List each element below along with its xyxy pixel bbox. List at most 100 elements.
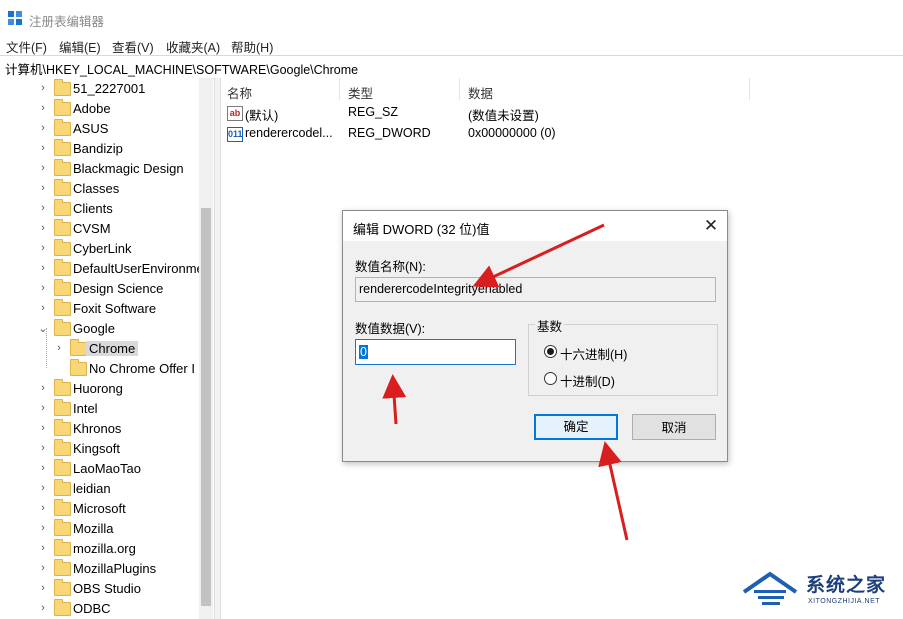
dialog-title: 编辑 DWORD (32 位)值 xyxy=(353,222,490,237)
dword-value-icon: 011 xyxy=(227,127,243,142)
tree-item[interactable]: › leidian xyxy=(0,479,200,499)
chevron-right-icon[interactable]: › xyxy=(38,562,48,574)
column-header-type[interactable]: 类型 xyxy=(348,83,373,102)
chevron-right-icon[interactable]: › xyxy=(38,462,48,474)
chevron-right-icon[interactable]: › xyxy=(38,422,48,434)
chevron-right-icon[interactable]: › xyxy=(38,182,48,194)
tree-item[interactable]: › Kingsoft xyxy=(0,439,200,459)
radio-hex-label[interactable]: 十六进制(H) xyxy=(560,344,627,363)
column-separator[interactable] xyxy=(339,78,340,100)
value-data-text: 0 xyxy=(359,345,368,359)
chevron-right-icon[interactable]: › xyxy=(38,122,48,134)
address-bar[interactable]: 计算机\HKEY_LOCAL_MACHINE\SOFTWARE\Google\C… xyxy=(0,55,903,79)
tree-item[interactable]: › DefaultUserEnvironme xyxy=(0,259,204,279)
tree-item[interactable]: › CyberLink xyxy=(0,239,200,259)
radio-dec[interactable] xyxy=(544,372,557,385)
tree-item[interactable]: › LaoMaoTao xyxy=(0,459,200,479)
address-path[interactable]: 计算机\HKEY_LOCAL_MACHINE\SOFTWARE\Google\C… xyxy=(5,59,358,78)
menu-favorites[interactable]: 收藏夹(A) xyxy=(166,37,220,56)
chevron-right-icon[interactable]: › xyxy=(38,582,48,594)
chevron-right-icon[interactable]: › xyxy=(38,522,48,534)
tree-item[interactable]: › Blackmagic Design xyxy=(0,159,200,179)
column-separator[interactable] xyxy=(459,78,460,100)
tree-item[interactable]: › Chrome xyxy=(0,339,200,359)
column-header-name[interactable]: 名称 xyxy=(227,83,252,102)
tree-item[interactable]: › OBS Studio xyxy=(0,579,200,599)
chevron-right-icon[interactable]: › xyxy=(38,402,48,414)
chevron-right-icon[interactable]: › xyxy=(38,82,48,94)
value-name: (默认) xyxy=(245,109,279,123)
tree-item[interactable]: › ODBC xyxy=(0,599,200,619)
folder-icon xyxy=(54,599,71,616)
chevron-right-icon[interactable]: › xyxy=(38,142,48,154)
menu-bar: 文件(F) 编辑(E) 查看(V) 收藏夹(A) 帮助(H) xyxy=(0,33,903,55)
cancel-button[interactable]: 取消 xyxy=(632,414,716,440)
chevron-down-icon[interactable]: ⌄ xyxy=(38,322,48,335)
tree-item-label: Blackmagic Design xyxy=(73,161,184,176)
tree-item[interactable]: › CVSM xyxy=(0,219,200,239)
tree-item-label: Classes xyxy=(73,181,120,196)
folder-icon xyxy=(54,259,71,276)
tree-item[interactable]: › Foxit Software xyxy=(0,299,200,319)
tree-item[interactable]: › Bandizip xyxy=(0,139,200,159)
folder-icon xyxy=(70,339,87,356)
tree-item-label: Intel xyxy=(73,401,98,416)
value-data-label: 数值数据(V): xyxy=(355,322,426,336)
chevron-right-icon[interactable]: › xyxy=(38,102,48,114)
chevron-right-icon[interactable]: › xyxy=(38,302,48,314)
menu-edit[interactable]: 编辑(E) xyxy=(59,37,101,56)
chevron-right-icon[interactable]: › xyxy=(38,502,48,514)
value-row-renderercode[interactable]: 011 renderercodel... REG_DWORD 0x0000000… xyxy=(221,124,901,144)
folder-icon xyxy=(54,499,71,516)
chevron-right-icon[interactable]: › xyxy=(38,162,48,174)
tree-item[interactable]: › Clients xyxy=(0,199,200,219)
menu-file[interactable]: 文件(F) xyxy=(6,37,47,56)
tree-item[interactable]: › mozilla.org xyxy=(0,539,200,559)
tree-scrollbar-thumb[interactable] xyxy=(201,208,211,606)
chevron-right-icon[interactable]: › xyxy=(38,442,48,454)
menu-view[interactable]: 查看(V) xyxy=(112,37,154,56)
folder-icon xyxy=(54,459,71,476)
chevron-right-icon[interactable]: › xyxy=(38,222,48,234)
close-icon[interactable]: ✕ xyxy=(699,214,723,238)
tree-item[interactable]: No Chrome Offer I xyxy=(0,359,200,379)
chevron-right-icon[interactable]: › xyxy=(38,282,48,294)
tree-item[interactable]: ⌄ Google xyxy=(0,319,200,339)
tree-item[interactable]: › Microsoft xyxy=(0,499,200,519)
tree-item[interactable]: › MozillaPlugins xyxy=(0,559,200,579)
tree-item[interactable]: › Classes xyxy=(0,179,200,199)
chevron-right-icon[interactable]: › xyxy=(38,602,48,614)
tree-item-label: DefaultUserEnvironme xyxy=(73,261,204,276)
tree-item[interactable]: › Mozilla xyxy=(0,519,200,539)
base-label: 基数 xyxy=(535,316,565,335)
tree-item[interactable]: › Design Science xyxy=(0,279,200,299)
value-name-field: renderercodeIntegrityenabled xyxy=(355,277,716,302)
tree-item[interactable]: › Adobe xyxy=(0,99,200,119)
chevron-right-icon[interactable]: › xyxy=(38,262,48,274)
chevron-right-icon[interactable]: › xyxy=(38,242,48,254)
tree-item[interactable]: › Huorong xyxy=(0,379,200,399)
chevron-right-icon[interactable]: › xyxy=(38,482,48,494)
tree-item[interactable]: › Intel xyxy=(0,399,200,419)
folder-icon xyxy=(54,179,71,196)
ok-button[interactable]: 确定 xyxy=(534,414,618,440)
chevron-right-icon[interactable]: › xyxy=(54,342,64,354)
key-tree[interactable]: › 51_2227001 › Adobe › ASUS › Bandizip › Blackmag… xyxy=(0,78,213,619)
chevron-right-icon[interactable]: › xyxy=(38,202,48,214)
folder-icon xyxy=(54,199,71,216)
chevron-right-icon[interactable]: › xyxy=(38,382,48,394)
menu-help[interactable]: 帮助(H) xyxy=(231,37,273,56)
edit-dword-dialog: 编辑 DWORD (32 位)值 ✕ 数值名称(N): renderercode… xyxy=(342,210,728,462)
column-separator[interactable] xyxy=(749,78,750,100)
radio-hex[interactable] xyxy=(544,345,557,358)
tree-item[interactable]: › 51_2227001 xyxy=(0,79,200,99)
radio-dec-label[interactable]: 十进制(D) xyxy=(560,371,615,390)
pane-splitter[interactable] xyxy=(214,78,221,619)
value-row-default[interactable]: ab (默认) REG_SZ (数值未设置) xyxy=(221,103,901,123)
chevron-right-icon[interactable]: › xyxy=(38,542,48,554)
tree-item[interactable]: › ASUS xyxy=(0,119,200,139)
tree-item[interactable]: › Khronos xyxy=(0,419,200,439)
column-header-data[interactable]: 数据 xyxy=(468,83,493,102)
value-data-input[interactable]: 0 xyxy=(355,339,516,365)
tree-item-label: Kingsoft xyxy=(73,441,120,456)
